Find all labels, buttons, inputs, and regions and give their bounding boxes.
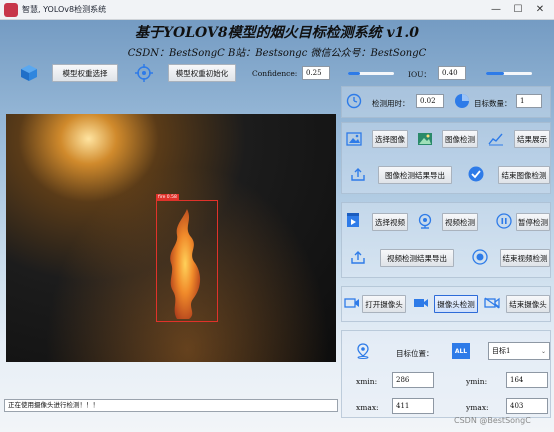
video-camera-icon — [413, 297, 429, 309]
ymin-value: 164 — [506, 372, 548, 388]
ymax-value: 403 — [506, 398, 548, 414]
target-select[interactable]: 目标1 ⌄ — [488, 342, 550, 360]
export-video-icon — [350, 250, 366, 264]
confidence-label: Confidence: — [252, 69, 298, 78]
iou-spinbox[interactable]: 0.40 — [438, 66, 466, 80]
check-circle-icon — [468, 166, 484, 182]
maximize-button[interactable]: ☐ — [510, 2, 526, 18]
open-camera-button[interactable]: 打开摄像头 — [362, 295, 406, 313]
iou-label: IOU： — [408, 70, 431, 79]
export-image-results-button[interactable]: 图像检测结果导出 — [378, 166, 452, 184]
timer-icon — [346, 93, 362, 109]
select-image-button[interactable]: 选择图像 — [372, 130, 408, 148]
image-icon — [346, 132, 362, 146]
pause-detect-button[interactable]: 暂停检测 — [516, 213, 550, 231]
export-icon — [350, 167, 366, 181]
stop-video-detect-button[interactable]: 结束视频检测 — [500, 249, 550, 267]
detect-video-button[interactable]: 视频检测 — [442, 213, 478, 231]
status-bar: 正在使用摄像头进行检测！！！ — [4, 399, 338, 412]
time-label: 检测用时： — [372, 99, 410, 108]
video-file-icon — [346, 212, 360, 228]
iou-slider[interactable] — [486, 72, 532, 75]
detection-box — [156, 200, 218, 322]
all-targets-icon: ALL — [452, 343, 470, 359]
detect-camera-button[interactable]: 摄像头检测 — [434, 295, 478, 313]
count-value: 1 — [516, 94, 542, 108]
camera-icon — [344, 297, 360, 309]
xmin-label: xmin: — [356, 377, 378, 386]
detection-display: fire 0.58 — [6, 114, 336, 362]
camera-off-icon — [484, 297, 500, 309]
xmin-value: 286 — [392, 372, 434, 388]
stop-circle-icon — [472, 249, 488, 265]
export-video-results-button[interactable]: 视频检测结果导出 — [380, 249, 454, 267]
title-bar: 智慧, YOLOv8检测系统 — ☐ ✕ — [0, 0, 554, 20]
chevron-down-icon: ⌄ — [540, 347, 546, 355]
pie-chart-icon — [454, 93, 470, 109]
count-label: 目标数量： — [474, 99, 512, 108]
time-value: 0.02 — [416, 94, 444, 108]
ymin-label: ymin: — [466, 377, 488, 386]
target-position-label: 目标位置： — [396, 349, 434, 358]
model-cube-icon — [20, 64, 38, 82]
webcam-icon — [417, 213, 433, 229]
minimize-button[interactable]: — — [488, 2, 504, 18]
select-video-button[interactable]: 选择视频 — [372, 213, 408, 231]
xmax-label: xmax: — [356, 403, 379, 412]
stop-image-detect-button[interactable]: 结束图像检测 — [498, 166, 550, 184]
confidence-spinbox[interactable]: 0.25 — [302, 66, 330, 80]
target-icon — [135, 64, 153, 82]
app-subtitle: CSDN：BestSongC B站：Bestsongc 微信公众号：BestSo… — [127, 48, 427, 59]
image-detect-icon — [417, 131, 433, 147]
ymax-label: ymax: — [466, 403, 489, 412]
init-weights-button[interactable]: 模型权重初始化 — [168, 64, 236, 82]
show-results-button[interactable]: 结果展示 — [514, 130, 550, 148]
confidence-slider-fill — [348, 72, 360, 75]
app-logo-icon — [4, 3, 18, 17]
detect-image-button[interactable]: 图像检测 — [442, 130, 478, 148]
location-pin-icon — [356, 343, 370, 359]
stop-camera-button[interactable]: 结束摄像头 — [506, 295, 550, 313]
watermark: CSDN @BestSongC — [454, 416, 531, 425]
confidence-slider[interactable] — [348, 72, 394, 75]
detection-box-label: fire 0.58 — [156, 194, 179, 201]
app-title: 基于YOLOV8模型的烟火目标检测系统 v1.0 — [135, 25, 419, 41]
pause-icon — [496, 213, 512, 229]
close-button[interactable]: ✕ — [532, 2, 548, 18]
trend-chart-icon — [488, 132, 504, 146]
iou-slider-fill — [486, 72, 505, 75]
target-select-value: 目标1 — [492, 347, 511, 355]
window-title: 智慧, YOLOv8检测系统 — [22, 5, 107, 14]
xmax-value: 411 — [392, 398, 434, 414]
select-weights-button[interactable]: 模型权重选择 — [52, 64, 118, 82]
